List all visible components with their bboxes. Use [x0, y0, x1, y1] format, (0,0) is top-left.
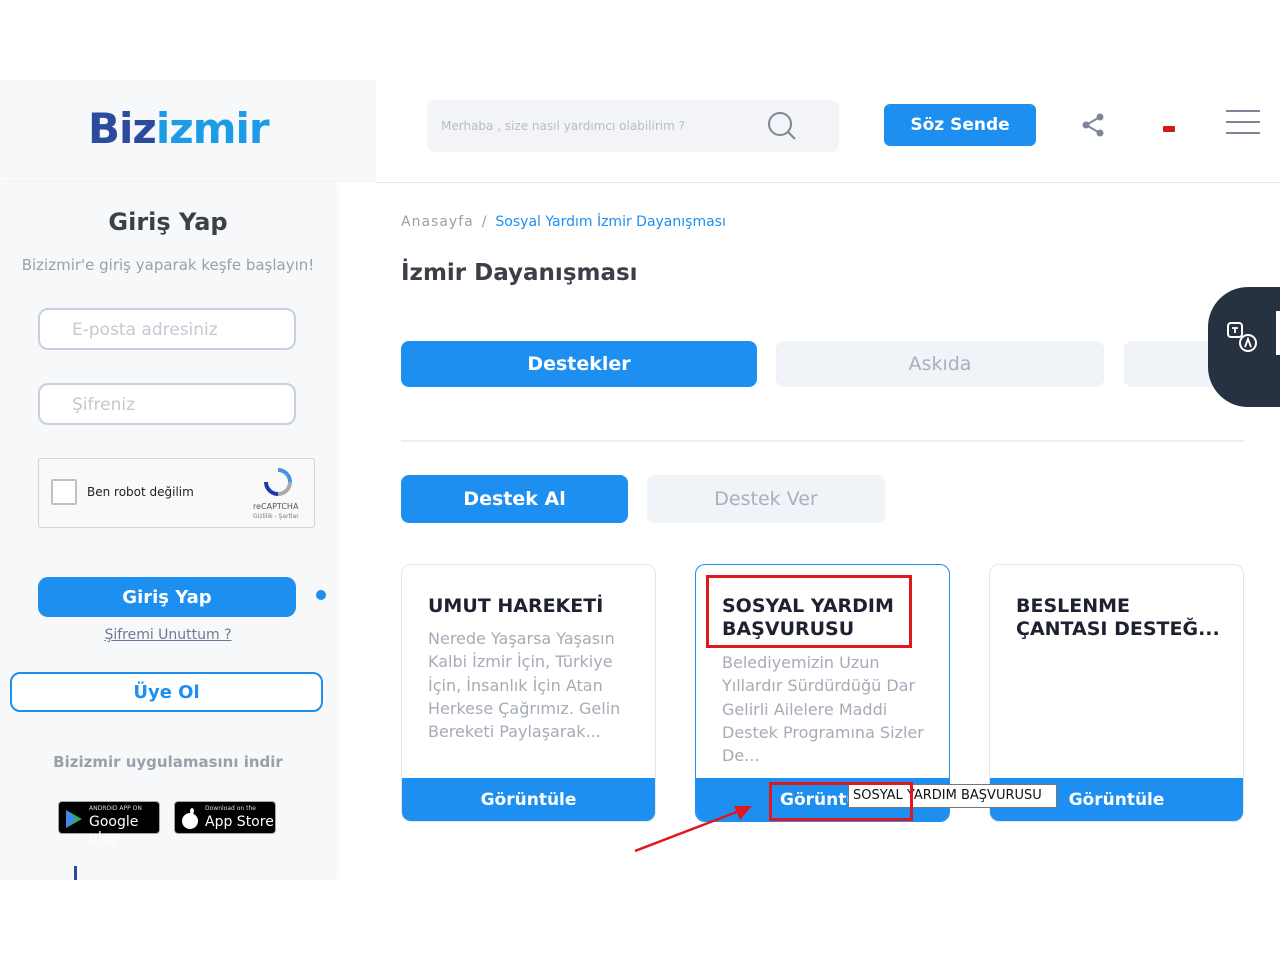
flag-icon[interactable]	[1163, 126, 1175, 132]
email-placeholder: E-posta adresiniz	[72, 320, 218, 340]
logo[interactable]: Bizizmir	[88, 104, 270, 153]
breadcrumb-home[interactable]: Anasayfa	[401, 214, 474, 230]
recaptcha-icon	[264, 468, 292, 496]
indicator-dot	[316, 590, 326, 600]
password-placeholder: Şifreniz	[72, 395, 135, 415]
breadcrumb-separator: /	[481, 214, 488, 230]
recaptcha-links[interactable]: Gizlilik - Şartlar	[253, 513, 299, 520]
card-description: Nerede Yaşarsa Yaşasın Kalbi İzmir İçin,…	[428, 629, 621, 742]
card-umut-hareketi[interactable]: UMUT HAREKETİ Nerede Yaşarsa Yaşasın Kal…	[401, 564, 656, 822]
recaptcha-label: Ben robot değilim	[87, 485, 194, 499]
login-title: Giriş Yap	[108, 208, 228, 236]
search-placeholder: Merhaba , size nasıl yardımcı olabilirim…	[441, 119, 685, 133]
search-icon[interactable]	[767, 111, 797, 141]
app-store-small: Download on the	[205, 805, 256, 812]
annotation-box-button	[769, 782, 913, 821]
app-frame: Bizizmir Merhaba , size nasıl yardımcı o…	[0, 80, 1280, 880]
register-button[interactable]: Üye Ol	[10, 672, 323, 712]
app-download-title: Bizizmir uygulamasını indir	[53, 753, 283, 771]
logo-part-2: izmir	[155, 104, 270, 153]
logo-part-1: Biz	[88, 104, 157, 153]
soz-sende-button[interactable]: Söz Sende	[884, 104, 1036, 146]
menu-icon[interactable]	[1226, 110, 1262, 138]
recaptcha-widget: Ben robot değilim reCAPTCHA Gizlilik - Ş…	[38, 458, 315, 528]
accessibility-panel[interactable]	[1208, 287, 1280, 407]
card-description: Belediyemizin Uzun Yıllardır Sürdürdüğü …	[722, 653, 924, 766]
tab-destekler[interactable]: Destekler	[401, 341, 757, 387]
subtab-destek-al[interactable]: Destek Al	[401, 475, 628, 523]
share-icon[interactable]	[1080, 112, 1106, 138]
google-play-icon	[66, 810, 82, 828]
apple-icon	[182, 808, 198, 829]
card-title: UMUT HAREKETİ	[428, 595, 604, 617]
tab-askida[interactable]: Askıda	[776, 341, 1104, 387]
google-play-small: ANDROID APP ON	[89, 805, 142, 812]
recaptcha-brand: reCAPTCHA	[253, 502, 299, 511]
google-play-label: Google play	[89, 814, 139, 846]
page-title: İzmir Dayanışması	[401, 260, 638, 286]
app-store-button[interactable]: Download on the App Store	[174, 801, 276, 834]
sidebar-marker	[74, 866, 77, 880]
breadcrumb: Anasayfa / Sosyal Yardım İzmir Dayanışması	[401, 214, 726, 230]
recaptcha-checkbox[interactable]	[51, 479, 77, 505]
subtab-destek-ver[interactable]: Destek Ver	[647, 475, 885, 523]
email-field[interactable]: E-posta adresiniz	[38, 308, 296, 350]
card-title: BESLENME ÇANTASI DESTEĞ...	[1016, 595, 1220, 640]
arrow-annotation	[634, 806, 752, 853]
google-play-button[interactable]: ANDROID APP ON Google play	[58, 801, 160, 846]
logo-area: Bizizmir	[0, 80, 376, 183]
card-view-button[interactable]: Görüntüle	[402, 778, 655, 821]
login-button[interactable]: Giriş Yap	[38, 577, 296, 617]
app-store-label: App Store	[205, 814, 274, 830]
search-input[interactable]: Merhaba , size nasıl yardımcı olabilirim…	[427, 100, 839, 152]
login-sidebar: Giriş Yap Bizizmir'e giriş yaparak keşfe…	[0, 184, 336, 880]
login-subtitle: Bizizmir'e giriş yaparak keşfe başlayın!	[21, 256, 315, 274]
panel-edge	[1276, 311, 1280, 355]
password-field[interactable]: Şifreniz	[38, 383, 296, 425]
breadcrumb-current[interactable]: Sosyal Yardım İzmir Dayanışması	[495, 214, 725, 230]
divider	[401, 440, 1244, 442]
header: Bizizmir Merhaba , size nasıl yardımcı o…	[0, 80, 1280, 183]
translate-icon[interactable]	[1226, 321, 1258, 353]
annotation-box-title	[706, 575, 912, 648]
forgot-password-link[interactable]: Şifremi Unuttum ?	[0, 627, 336, 643]
